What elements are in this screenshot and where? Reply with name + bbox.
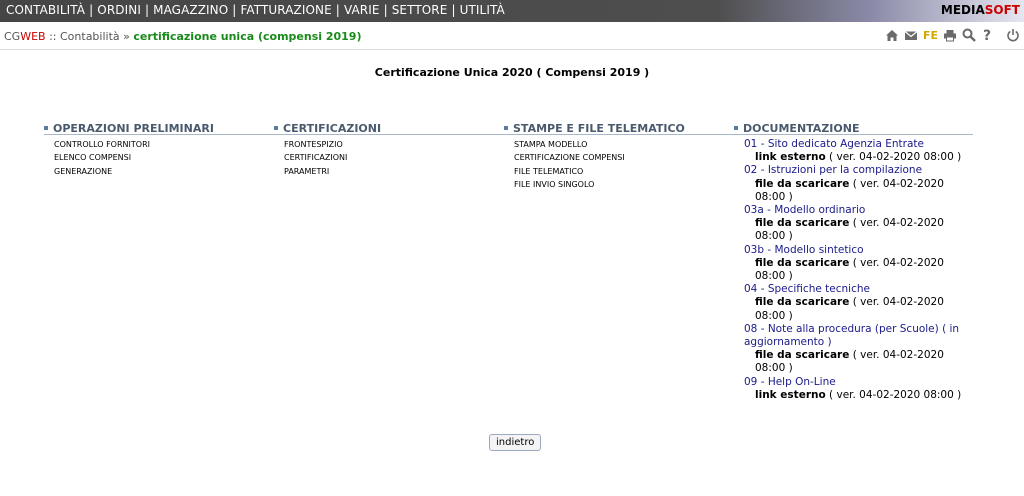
doc-item: 03b - Modello sintetico file da scaricar… — [744, 244, 974, 284]
fe-icon[interactable]: FE — [923, 29, 938, 42]
menu-separator: | — [232, 3, 237, 17]
doc-link-03b[interactable]: 03b - Modello sintetico — [744, 244, 864, 256]
doc-link-03a[interactable]: 03a - Modello ordinario — [744, 204, 865, 216]
doc-item: 09 - Help On-Line link esterno ( ver. 04… — [744, 376, 974, 402]
menu-utilita[interactable]: UTILITÀ — [460, 3, 505, 17]
breadcrumb-bar: CGWEB :: Contabilità » certificazione un… — [0, 22, 1024, 50]
link-file-invio-singolo[interactable]: FILE INVIO SINGOLO — [514, 178, 625, 191]
preliminari-links: CONTROLLO FORNITORI ELENCO COMPENSI GENE… — [54, 138, 150, 178]
bullet-icon — [504, 126, 508, 130]
bullet-icon — [274, 126, 278, 130]
top-menu-bar: CONTABILITÀ | ORDINI | MAGAZZINO | FATTURAZION… — [0, 0, 1024, 22]
mail-icon[interactable] — [904, 28, 918, 42]
bullet-icon — [734, 126, 738, 130]
menu-separator: | — [144, 3, 150, 17]
doc-meta: file da scaricare ( ver. 04-02-2020 08:0… — [755, 217, 944, 243]
breadcrumb-separator: » — [119, 30, 134, 43]
link-controllo-fornitori[interactable]: CONTROLLO FORNITORI — [54, 138, 150, 151]
doc-meta: link esterno ( ver. 04-02-2020 08:00 ) — [755, 151, 962, 164]
menu-varie[interactable]: VARIE — [344, 3, 380, 17]
breadcrumb-separator: :: — [45, 30, 60, 43]
doc-item: 04 - Specifiche tecniche file da scarica… — [744, 283, 974, 323]
app-name-web: WEB — [20, 30, 46, 43]
section-divider — [44, 134, 973, 135]
breadcrumb-section[interactable]: Contabilità — [60, 30, 120, 43]
menu-separator: | — [383, 3, 388, 17]
menu-settore[interactable]: SETTORE — [392, 3, 448, 17]
link-parametri[interactable]: PARAMETRI — [284, 165, 347, 178]
menu-separator: | — [89, 3, 94, 17]
breadcrumb: CGWEB :: Contabilità » certificazione un… — [4, 30, 362, 43]
doc-link-09[interactable]: 09 - Help On-Line — [744, 376, 836, 388]
doc-meta: file da scaricare ( ver. 04-02-2020 08:0… — [755, 349, 944, 375]
doc-meta: file da scaricare ( ver. 04-02-2020 08:0… — [755, 256, 944, 283]
link-generazione[interactable]: GENERAZIONE — [54, 165, 150, 178]
page-title: Certificazione Unica 2020 ( Compensi 201… — [374, 66, 650, 79]
documentazione-list: 01 - Sito dedicato Agenzia Entrate link … — [744, 138, 974, 402]
main-menu: CONTABILITÀ | ORDINI | MAGAZZINO | FATTURAZION… — [6, 3, 505, 17]
home-icon[interactable] — [885, 28, 899, 42]
svg-text:?: ? — [983, 28, 991, 42]
back-button[interactable]: indietro — [489, 434, 542, 451]
link-elenco-compensi[interactable]: ELENCO COMPENSI — [54, 151, 150, 164]
menu-separator: | — [451, 3, 456, 17]
bullet-icon — [44, 126, 48, 130]
menu-magazzino[interactable]: MAGAZZINO — [153, 3, 228, 17]
power-icon[interactable] — [1006, 28, 1020, 42]
menu-contabilita[interactable]: CONTABILITÀ — [6, 3, 85, 17]
link-certificazioni[interactable]: CERTIFICAZIONI — [284, 151, 347, 164]
menu-fatturazione[interactable]: FATTURAZIONE — [240, 3, 331, 17]
toolbar-icons: FE ? — [885, 28, 1020, 42]
doc-link-01[interactable]: 01 - Sito dedicato Agenzia Entrate — [744, 138, 924, 150]
doc-link-02[interactable]: 02 - Istruzioni per la compilazione — [744, 164, 922, 176]
certificazioni-links: FRONTESPIZIO CERTIFICAZIONI PARAMETRI — [284, 138, 347, 178]
help-icon[interactable]: ? — [981, 28, 995, 42]
doc-link-04[interactable]: 04 - Specifiche tecniche — [744, 283, 870, 295]
doc-meta: file da scaricare ( ver. 04-02-2020 08:0… — [755, 296, 944, 322]
breadcrumb-current: certificazione unica (compensi 2019) — [133, 30, 362, 43]
menu-ordini[interactable]: ORDINI — [97, 3, 141, 17]
link-certificazione-compensi[interactable]: CERTIFICAZIONE COMPENSI — [514, 151, 625, 164]
link-frontespizio[interactable]: FRONTESPIZIO — [284, 138, 347, 151]
brand-logo: MEDIASOFT — [940, 3, 1020, 17]
doc-meta: file da scaricare ( ver. 04-02-2020 08:0… — [755, 177, 944, 203]
doc-link-08[interactable]: 08 - Note alla procedura (per Scuole) ( … — [744, 323, 959, 348]
doc-item: 03a - Modello ordinario file da scaricar… — [744, 204, 974, 244]
printer-icon[interactable] — [943, 28, 957, 42]
link-file-telematico[interactable]: FILE TELEMATICO — [514, 165, 625, 178]
doc-meta: link esterno ( ver. 04-02-2020 08:00 ) — [755, 388, 962, 401]
doc-item: 01 - Sito dedicato Agenzia Entrate link … — [744, 138, 974, 164]
link-stampa-modello[interactable]: STAMPA MODELLO — [514, 138, 625, 151]
menu-separator: | — [335, 3, 340, 17]
doc-item: 08 - Note alla procedura (per Scuole) ( … — [744, 323, 974, 376]
search-icon[interactable] — [962, 28, 976, 42]
doc-item: 02 - Istruzioni per la compilazione file… — [744, 164, 974, 204]
app-name-cg: CG — [4, 30, 21, 43]
stampe-links: STAMPA MODELLO CERTIFICAZIONE COMPENSI F… — [514, 138, 625, 191]
